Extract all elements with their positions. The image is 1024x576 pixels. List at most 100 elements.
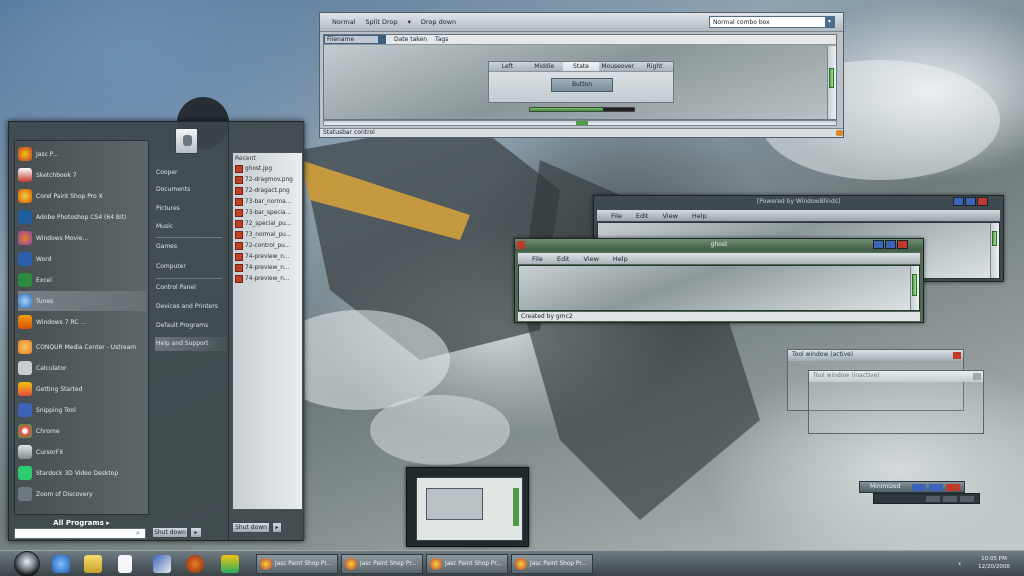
program-item[interactable]: Corel Paint Shop Pro X	[18, 186, 146, 206]
menu-edit[interactable]: Edit	[636, 212, 649, 220]
maximize-icon[interactable]	[965, 197, 976, 206]
menu-help[interactable]: Help	[692, 212, 707, 220]
chevron-down-icon[interactable]: ▾	[825, 17, 834, 27]
internet-explorer-icon[interactable]	[52, 555, 70, 573]
vertical-scrollbar[interactable]	[827, 46, 836, 119]
document-icon[interactable]	[118, 555, 132, 573]
folder-icon[interactable]	[84, 555, 102, 573]
close-icon[interactable]	[977, 197, 988, 206]
tray-expand-icon[interactable]: ‹	[958, 559, 961, 568]
close-icon[interactable]	[953, 352, 961, 359]
recent-item[interactable]: 73-bar_norma...	[235, 196, 291, 207]
search-icon[interactable]: ⌕	[136, 530, 144, 537]
restore-icon[interactable]	[926, 496, 940, 502]
start-search-input[interactable]: ⌕	[14, 528, 146, 539]
system-clock[interactable]: 10:05 PM 12/20/2008	[968, 555, 1020, 573]
program-item[interactable]: Zoom of Discovery	[18, 484, 146, 504]
program-item[interactable]: Chrome	[18, 421, 146, 441]
program-item[interactable]: Word	[18, 249, 146, 269]
recent-item[interactable]: 72-dragmov.png	[235, 174, 293, 185]
place-user[interactable]: Cooper	[155, 166, 227, 180]
paint-icon[interactable]	[221, 555, 239, 573]
menu-view[interactable]: View	[662, 212, 677, 220]
menu-file[interactable]: File	[532, 255, 543, 263]
avatar[interactable]	[175, 128, 198, 154]
taskbar-task[interactable]: Jasc Paint Shop Pr...	[426, 554, 508, 574]
no-entry-icon[interactable]	[186, 555, 204, 573]
resize-grip-icon[interactable]	[836, 130, 843, 136]
taskbar-task[interactable]: Jasc Paint Shop Pr...	[341, 554, 423, 574]
taskbar-thumbnail-preview[interactable]	[406, 467, 529, 547]
vertical-scrollbar[interactable]	[910, 266, 919, 310]
start-orb-button[interactable]	[14, 551, 40, 576]
shutdown-button[interactable]: Shut down	[152, 527, 188, 538]
program-item[interactable]: Windows 7 RC ...	[18, 312, 146, 332]
program-item[interactable]: Getting Started	[18, 379, 146, 399]
place-documents[interactable]: Documents	[155, 183, 227, 197]
place-devices-printers[interactable]: Devices and Printers	[155, 300, 227, 314]
demo-button[interactable]: Button	[551, 78, 613, 92]
column-filename[interactable]: Filename	[324, 35, 386, 44]
place-control-panel[interactable]: Control Panel	[155, 281, 227, 295]
tab-middle[interactable]: Middle	[525, 62, 563, 71]
recent-item[interactable]: ghost.jpg	[235, 163, 272, 174]
maximize-icon[interactable]	[929, 484, 943, 491]
scroll-thumb[interactable]	[829, 68, 834, 88]
tab-right[interactable]: Right	[636, 62, 673, 71]
menu-edit[interactable]: Edit	[557, 255, 570, 263]
horizontal-scrollbar[interactable]	[323, 120, 837, 126]
recent-item[interactable]: 73-bar_specia...	[235, 207, 291, 218]
place-help-support[interactable]: Help and Support	[155, 337, 227, 351]
shutdown-options-button[interactable]: ▸	[190, 527, 202, 538]
maximize-icon[interactable]	[943, 496, 957, 502]
program-item[interactable]: Excel	[18, 270, 146, 290]
recent-item[interactable]: 72-control_pu...	[235, 240, 290, 251]
minimized-window-bar[interactable]: Minimized	[859, 481, 965, 493]
split-drop-arrow-icon[interactable]: ▾	[408, 18, 411, 26]
menu-view[interactable]: View	[583, 255, 598, 263]
program-item[interactable]: Stardock 3D Video Desktop	[18, 463, 146, 483]
tab-left[interactable]: Left	[489, 62, 526, 71]
program-item[interactable]: CONQUR Media Center - Ustream	[18, 337, 146, 357]
program-item[interactable]: CursorFX	[18, 442, 146, 462]
recent-shutdown-options[interactable]: ▸	[272, 522, 282, 533]
taskbar-task[interactable]: Jasc Paint Shop Pr...	[511, 554, 593, 574]
program-item[interactable]: Windows Movie...	[18, 228, 146, 248]
recent-shutdown-button[interactable]: Shut down	[232, 522, 270, 533]
scroll-thumb[interactable]	[576, 121, 588, 125]
tab-state[interactable]: State	[562, 62, 600, 71]
maximize-icon[interactable]	[885, 240, 896, 249]
toolbar-drop-down-button[interactable]: Drop down	[421, 18, 456, 26]
recent-item[interactable]: 74-preview_n...	[235, 273, 289, 284]
recent-item[interactable]: 73_normal_pu...	[235, 229, 291, 240]
place-computer[interactable]: Computer	[155, 260, 227, 274]
scroll-thumb[interactable]	[912, 274, 917, 296]
place-games[interactable]: Games	[155, 240, 227, 254]
place-pictures[interactable]: Pictures	[155, 202, 227, 216]
restore-icon[interactable]	[912, 484, 926, 491]
toolbar-normal-button[interactable]: Normal	[332, 18, 356, 26]
menu-help[interactable]: Help	[613, 255, 628, 263]
column-date-taken[interactable]: Date taken	[394, 36, 427, 43]
tab-mouseover[interactable]: Mouseover	[599, 62, 637, 71]
close-icon[interactable]	[973, 373, 981, 380]
program-item[interactable]: Snipping Tool	[18, 400, 146, 420]
menu-file[interactable]: File	[611, 212, 622, 220]
program-item[interactable]: Tunes	[18, 291, 146, 311]
program-item[interactable]: Jasc P...	[18, 144, 146, 164]
column-tags[interactable]: Tags	[435, 36, 448, 43]
scroll-thumb[interactable]	[992, 231, 997, 246]
place-default-programs[interactable]: Default Programs	[155, 319, 227, 333]
recent-item[interactable]: 72-dragact.png	[235, 185, 290, 196]
minimize-icon[interactable]	[953, 197, 964, 206]
minimized-window-bar-inactive[interactable]	[873, 493, 980, 504]
program-item[interactable]: Adobe Photoshop CS4 (64 Bit)	[18, 207, 146, 227]
place-music[interactable]: Music	[155, 220, 227, 234]
vertical-scrollbar[interactable]	[990, 223, 999, 278]
network-icon[interactable]	[153, 555, 171, 573]
recent-item[interactable]: 74-preview_n...	[235, 251, 289, 262]
program-item[interactable]: Calculator	[18, 358, 146, 378]
recent-item[interactable]: 72_special_pu...	[235, 218, 291, 229]
toolbar-split-drop-button[interactable]: Split Drop	[366, 18, 398, 26]
close-icon[interactable]	[946, 484, 960, 491]
